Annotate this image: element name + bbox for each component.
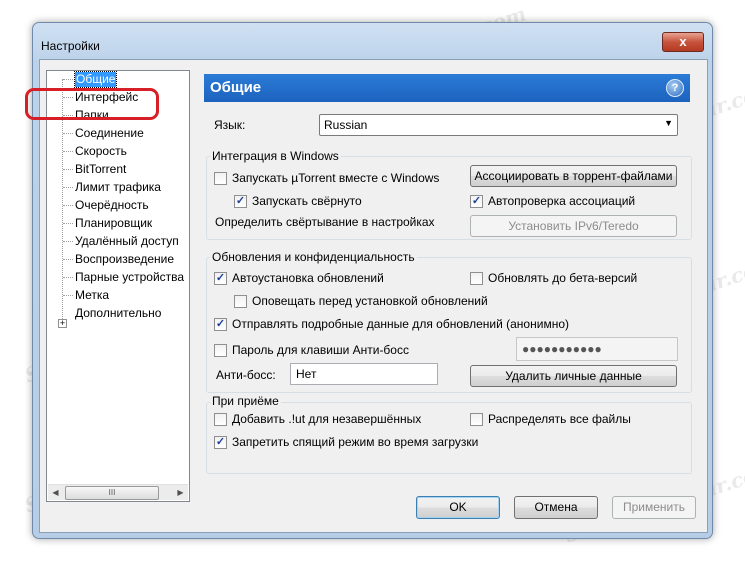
boss-password-value: ●●●●●●●●●●● <box>522 342 602 356</box>
tree-item-traffic-limit[interactable]: Лимит трафика <box>75 180 161 195</box>
tree-connector <box>63 259 73 260</box>
windows-integration-title: Интеграция в Windows <box>210 149 341 163</box>
tree-item-queueing[interactable]: Очерёдность <box>75 198 149 213</box>
highlight-annotation <box>25 88 159 120</box>
tree-connector <box>63 277 73 278</box>
auto-install-updates-checkbox[interactable]: ✓ <box>214 272 227 285</box>
start-minimized-label: Запускать свёрнуто <box>252 194 362 208</box>
tree-item-playback[interactable]: Воспроизведение <box>75 252 174 267</box>
tree-connector <box>63 133 73 134</box>
tree-item-speed[interactable]: Скорость <box>75 144 127 159</box>
tree-item-scheduler[interactable]: Планировщик <box>75 216 152 231</box>
tree-connector <box>63 241 73 242</box>
boss-key-value: Нет <box>296 367 317 381</box>
auto-check-associations-label: Автопроверка ассоциаций <box>488 194 636 208</box>
scroll-right-icon[interactable]: ▶ <box>173 485 188 500</box>
tree-item-bittorrent[interactable]: BitTorrent <box>75 162 126 177</box>
scroll-left-icon[interactable]: ◀ <box>48 485 63 500</box>
associate-torrent-button[interactable]: Ассоциировать в торрент-файлами <box>470 165 677 187</box>
preallocate-files-label: Распределять все файлы <box>488 412 631 426</box>
help-icon[interactable]: ? <box>666 79 684 97</box>
language-value: Russian <box>324 118 368 132</box>
boss-key-field[interactable]: Нет <box>290 363 438 385</box>
boss-password-label: Пароль для клавиши Анти-босс <box>232 343 409 357</box>
window-client-area: Общие Интерфейс Папки Соединение Скорост… <box>39 59 708 533</box>
updates-privacy-title: Обновления и конфиденциальность <box>210 250 417 264</box>
tree-connector <box>63 295 73 296</box>
tree-connector <box>63 151 73 152</box>
notify-before-install-checkbox[interactable] <box>234 295 247 308</box>
add-ut-extension-checkbox[interactable] <box>214 413 227 426</box>
start-minimized-checkbox[interactable]: ✓ <box>234 195 247 208</box>
add-ut-extension-label: Добавить .!ut для незавершённых <box>232 412 422 426</box>
install-ipv6-button[interactable]: Установить IPv6/Teredo <box>470 215 677 237</box>
tree-connector <box>63 79 73 80</box>
clear-private-data-button[interactable]: Удалить личные данные <box>470 365 677 387</box>
chevron-down-icon: ▼ <box>664 118 673 128</box>
tree-connector <box>63 169 73 170</box>
beta-updates-checkbox[interactable] <box>470 272 483 285</box>
send-details-checkbox[interactable]: ✓ <box>214 318 227 331</box>
panel-header: Общие ? <box>204 74 690 102</box>
preallocate-files-checkbox[interactable] <box>470 413 483 426</box>
panel-title: Общие <box>210 79 262 96</box>
tree-connector <box>63 223 73 224</box>
tree-item-remote[interactable]: Удалённый доступ <box>75 234 179 249</box>
tree-item-paired-devices[interactable]: Парные устройства <box>75 270 184 285</box>
boss-password-checkbox[interactable] <box>214 344 227 357</box>
start-with-windows-label: Запускать µTorrent вместе с Windows <box>232 171 440 185</box>
settings-tree[interactable]: Общие Интерфейс Папки Соединение Скорост… <box>46 70 190 502</box>
expand-icon[interactable]: + <box>58 319 67 328</box>
minimize-note: Определить свёртывание в настройках <box>215 215 435 229</box>
tree-connector <box>63 205 73 206</box>
boss-key-label: Анти-босс: <box>216 368 276 382</box>
prevent-sleep-label: Запретить спящий режим во время загрузки <box>232 435 479 449</box>
close-button[interactable]: x <box>662 32 704 52</box>
tree-item-general[interactable]: Общие <box>73 71 118 88</box>
tree-item-advanced[interactable]: Дополнительно <box>75 306 161 321</box>
scroll-thumb[interactable]: III <box>65 486 159 500</box>
tree-horizontal-scrollbar[interactable]: ◀ III ▶ <box>48 484 188 500</box>
tree-item-label[interactable]: Метка <box>75 288 109 303</box>
send-details-label: Отправлять подробные данные для обновлен… <box>232 317 569 331</box>
prevent-sleep-checkbox[interactable]: ✓ <box>214 436 227 449</box>
auto-check-associations-checkbox[interactable]: ✓ <box>470 195 483 208</box>
language-label: Язык: <box>214 118 246 132</box>
boss-password-field[interactable]: ●●●●●●●●●●● <box>516 337 678 361</box>
auto-install-updates-label: Автоустановка обновлений <box>232 271 384 285</box>
on-receive-title: При приёме <box>210 394 281 408</box>
apply-button[interactable]: Применить <box>612 496 696 519</box>
window-title: Настройки <box>41 39 100 53</box>
language-select[interactable]: Russian ▼ <box>319 114 678 136</box>
beta-updates-label: Обновлять до бета-версий <box>488 271 638 285</box>
notify-before-install-label: Оповещать перед установкой обновлений <box>252 294 488 308</box>
cancel-button[interactable]: Отмена <box>514 496 598 519</box>
tree-item-connection[interactable]: Соединение <box>75 126 144 141</box>
tree-connector <box>63 187 73 188</box>
start-with-windows-checkbox[interactable] <box>214 172 227 185</box>
ok-button[interactable]: OK <box>416 496 500 519</box>
